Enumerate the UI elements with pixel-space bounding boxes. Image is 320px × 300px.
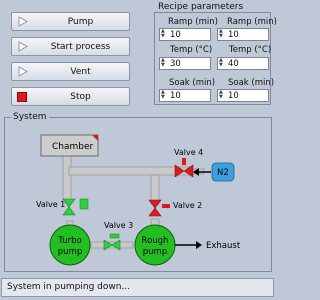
status-bar: System in pumping down... [1,278,274,297]
exhaust-label: Exhaust [206,241,241,251]
valve-2[interactable] [148,199,170,217]
chamber-label: Chamber [52,142,94,152]
valve-1-label: Valve 1 [36,200,65,209]
n2-label: N2 [217,168,229,178]
turbo-pump-label-1: Turbo [57,236,81,246]
valve-4-label: Valve 4 [174,148,203,157]
arrow-right-icon [175,241,202,249]
rough-pump-label-1: Rough [142,236,169,246]
rough-pump-label-2: pump [143,247,167,257]
vacuum-system-diagram: Chamber Valve 4 N2 Valve 1 Valve 2 Valve… [36,134,241,266]
valve-3-label: Valve 3 [104,221,133,230]
valve-1[interactable] [62,198,89,216]
valve-2-label: Valve 2 [173,201,202,210]
turbo-pump-label-2: pump [58,247,82,257]
status-text: System in pumping down... [7,282,131,292]
